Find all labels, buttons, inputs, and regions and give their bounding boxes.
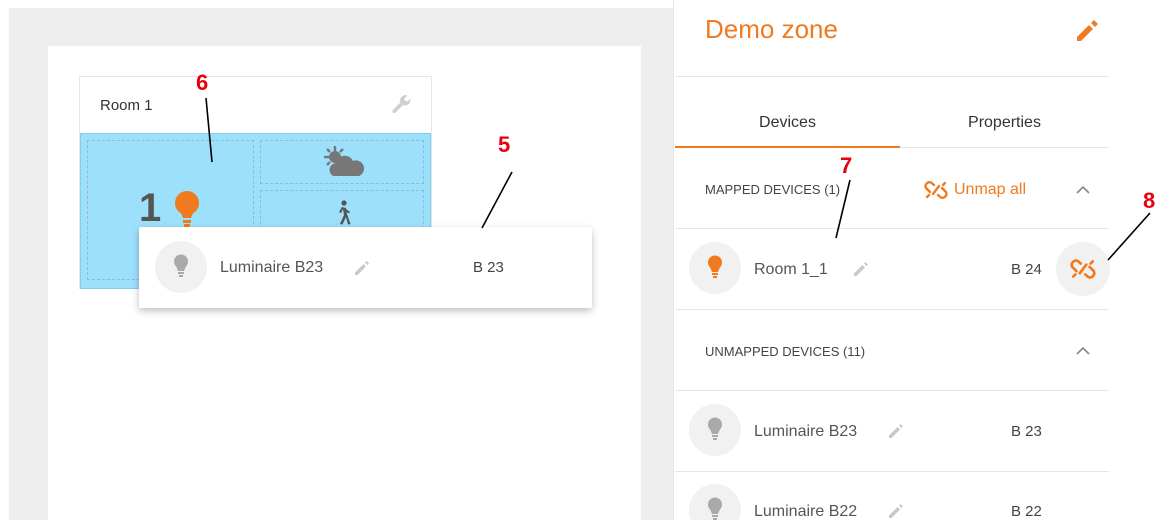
app-screen: Room 1 1 Luminaire B23 B 23 Demo zone De…	[0, 0, 1166, 520]
annotation-label: 7	[840, 153, 853, 178]
annotation-label: 6	[196, 70, 209, 95]
annotation-label: 8	[1143, 188, 1156, 213]
annotation-label: 5	[498, 132, 511, 157]
annotation-lines	[205, 97, 1151, 261]
